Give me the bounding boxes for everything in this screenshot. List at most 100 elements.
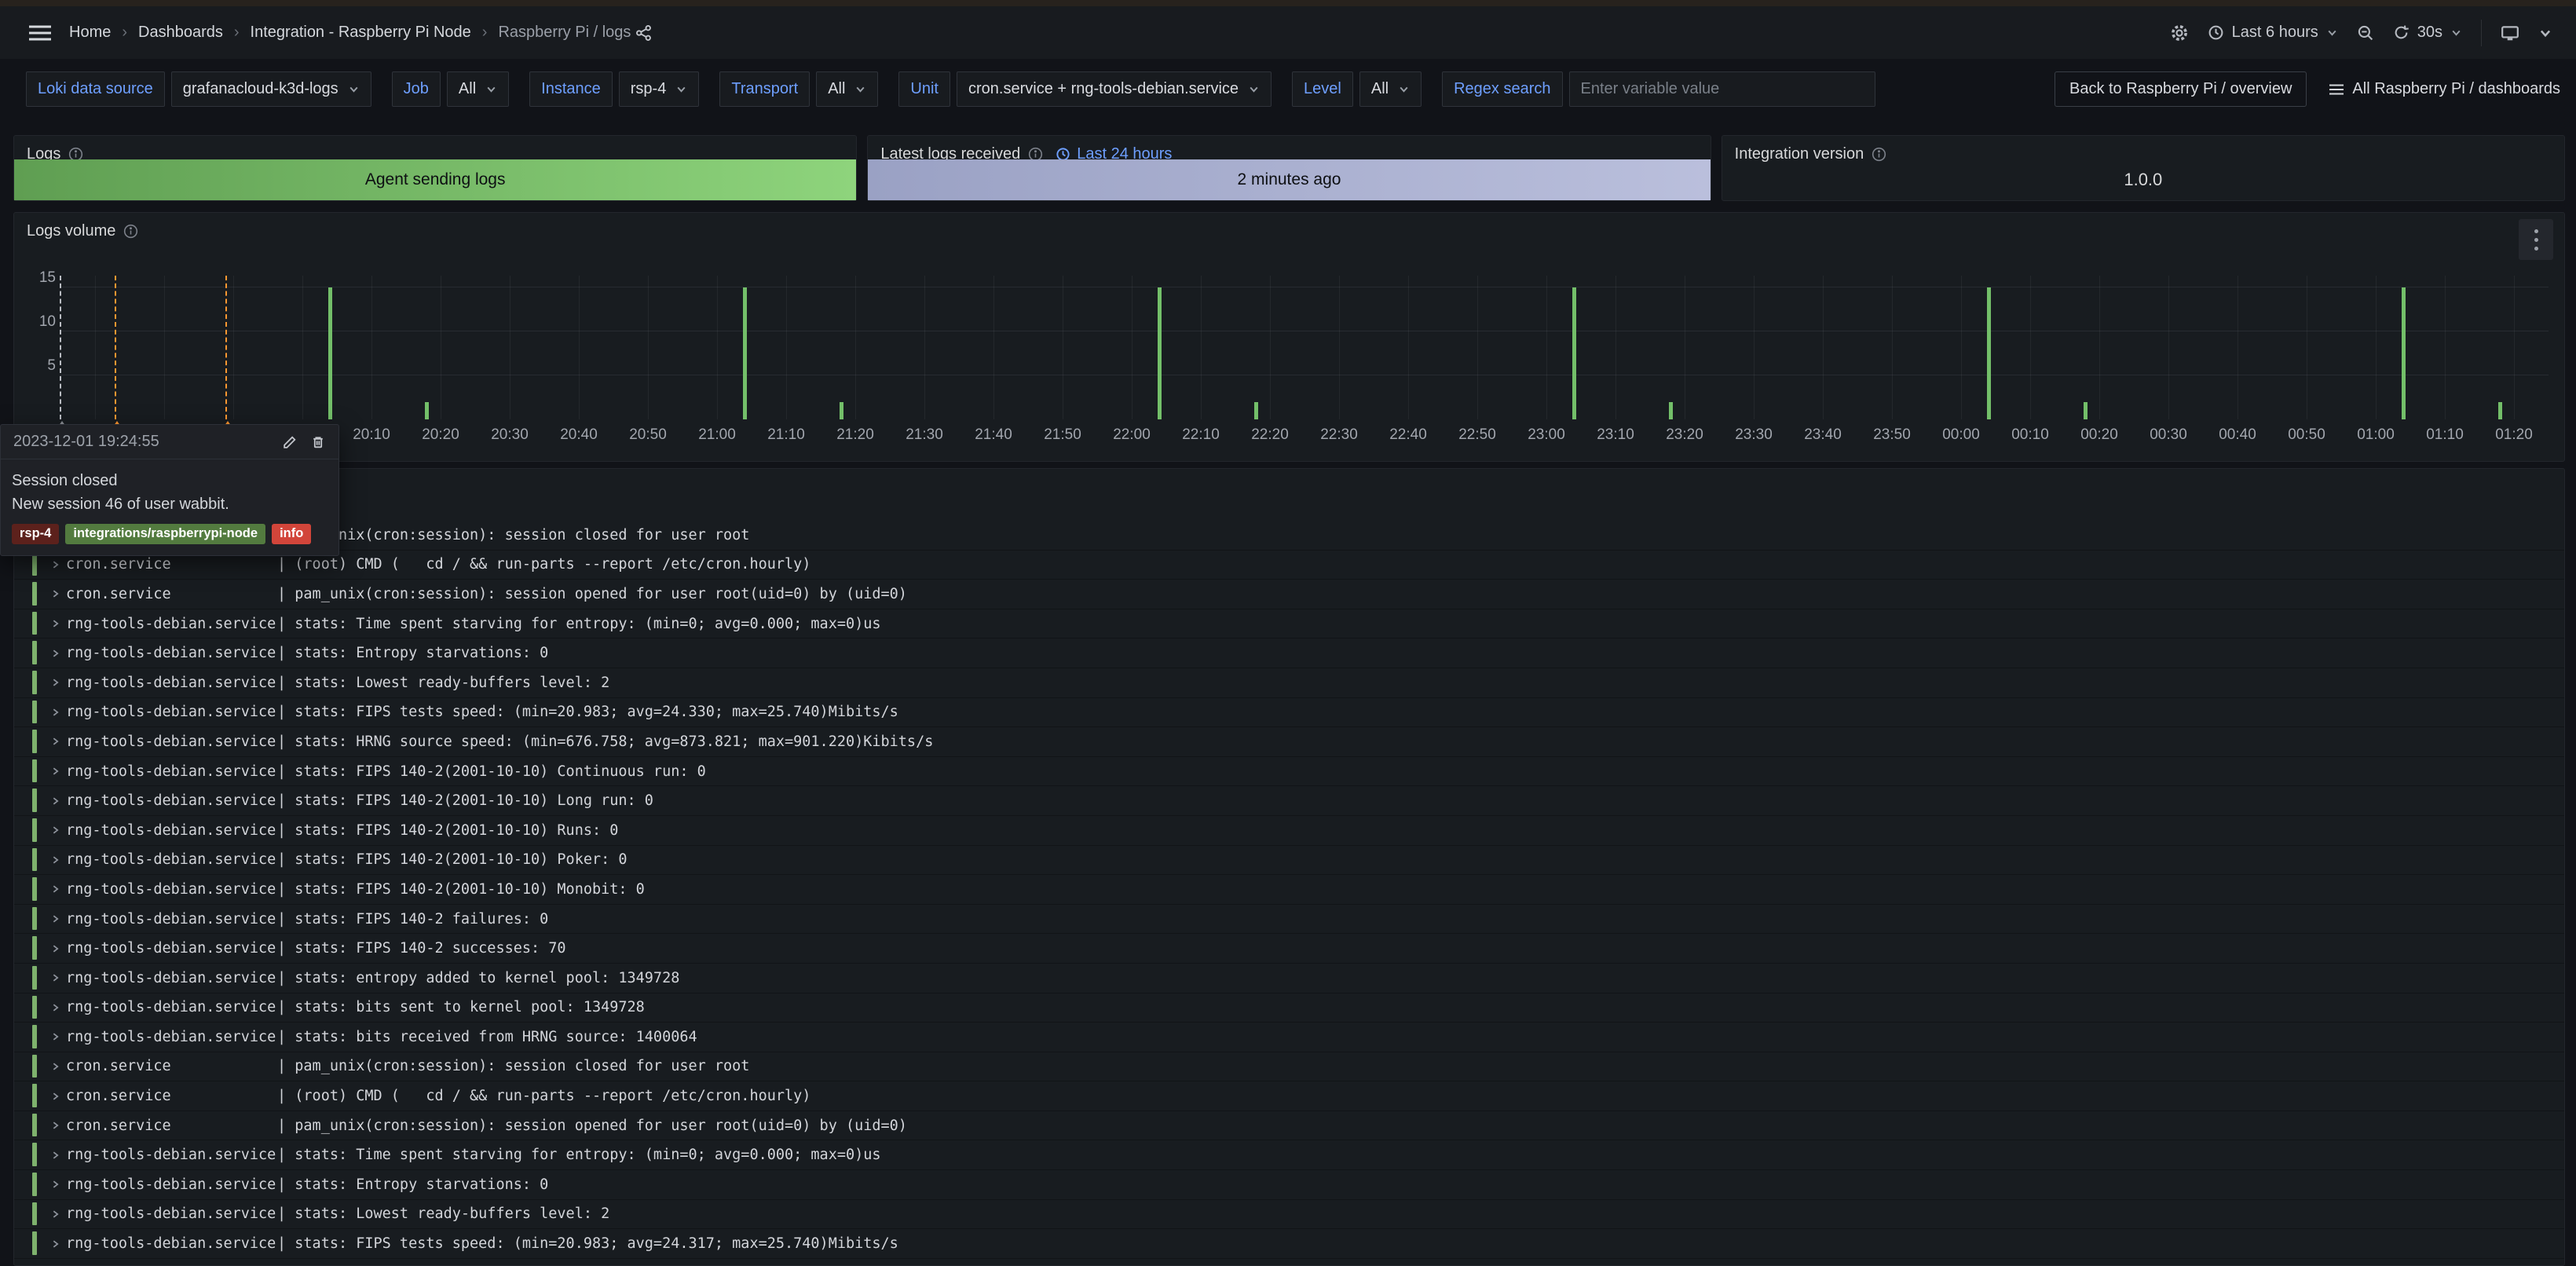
variable-value-dropdown[interactable]: All [1359,71,1422,107]
annotation-marker-line[interactable] [60,276,61,419]
expand-chevron-icon[interactable] [50,1002,60,1012]
log-row[interactable]: cron.service| (root) CMD ( cd / && run-p… [14,1081,2564,1111]
variable-value-dropdown[interactable]: cron.service + rng-tools-debian.service [957,71,1272,107]
expand-chevron-icon[interactable] [50,1180,60,1190]
variable-value-dropdown[interactable]: rsp-4 [619,71,700,107]
volume-bar[interactable] [2402,287,2406,419]
volume-bar[interactable] [743,287,747,419]
log-row[interactable]: rng-tools-debian.service| stats: FIPS 14… [14,905,2564,935]
log-row[interactable]: rng-tools-debian.service| stats: bits se… [14,993,2564,1023]
regex-search-label[interactable]: Regex search [1442,71,1562,107]
log-row[interactable]: rng-tools-debian.service| stats: Entropy… [14,638,2564,668]
variable-label[interactable]: Instance [529,71,613,107]
volume-bar[interactable] [2498,402,2502,419]
log-row[interactable]: rng-tools-debian.service| stats: FIPS 14… [14,757,2564,787]
logs-volume-chart[interactable]: 5101519:3019:4019:5020:0020:1020:2020:30… [60,276,2549,419]
zoom-out-icon[interactable] [2357,24,2374,42]
variable-label[interactable]: Transport [719,71,810,107]
log-row[interactable]: rng-tools-debian.service| stats: FIPS 14… [14,786,2564,816]
share-icon[interactable] [635,24,653,42]
variable-value-dropdown[interactable]: grafanacloud-k3d-logs [171,71,371,107]
expand-chevron-icon[interactable] [50,737,60,747]
expand-chevron-icon[interactable] [50,1239,60,1249]
expand-chevron-icon[interactable] [50,1150,60,1160]
log-row[interactable]: cron.service| (root) CMD ( cd / && run-p… [14,551,2564,580]
expand-chevron-icon[interactable] [50,1209,60,1219]
time-range-picker[interactable]: Last 6 hours [2208,24,2338,42]
volume-bar[interactable] [1987,287,1991,419]
volume-bar[interactable] [1158,287,1162,419]
log-row[interactable]: rng-tools-debian.service| stats: Time sp… [14,1140,2564,1170]
grid-line-vertical [2445,276,2446,419]
breadcrumb-item[interactable]: Dashboards [138,24,223,42]
panel-title[interactable]: Logs volume [27,222,115,240]
log-row[interactable]: rng-tools-debian.service| stats: FIPS 14… [14,875,2564,905]
log-row[interactable]: cron.service| pam_unix(cron:session): se… [14,521,2564,551]
variable-label[interactable]: Job [392,71,441,107]
volume-bar[interactable] [328,287,332,419]
log-row[interactable]: rng-tools-debian.service| stats: FIPS 14… [14,816,2564,846]
edit-annotation-icon[interactable] [282,434,298,450]
log-level-bar [32,641,37,664]
expand-chevron-icon[interactable] [50,678,60,688]
expand-chevron-icon[interactable] [50,973,60,983]
volume-bar[interactable] [1572,287,1576,419]
volume-bar[interactable] [840,402,843,419]
volume-bar[interactable] [1669,402,1673,419]
settings-icon[interactable] [2170,24,2189,42]
log-row[interactable]: rng-tools-debian.service| stats: FIPS 14… [14,846,2564,876]
log-row[interactable]: cron.service| pam_unix(cron:session): se… [14,1111,2564,1141]
log-row[interactable]: rng-tools-debian.service| stats: Lowest … [14,668,2564,698]
menu-icon[interactable] [24,19,57,47]
breadcrumb-item[interactable]: Integration - Raspberry Pi Node [251,24,471,42]
expand-chevron-icon[interactable] [50,619,60,629]
log-row[interactable]: rng-tools-debian.service| stats: HRNG so… [14,727,2564,757]
expand-chevron-icon[interactable] [50,854,60,865]
expand-chevron-icon[interactable] [50,1032,60,1042]
monitor-icon[interactable] [2501,24,2519,42]
expand-chevron-icon[interactable] [50,1091,60,1101]
variable-value-dropdown[interactable]: All [447,71,509,107]
annotation-marker-line[interactable] [115,276,116,419]
expand-chevron-icon[interactable] [50,648,60,658]
back-to-overview-button[interactable]: Back to Raspberry Pi / overview [2055,71,2307,107]
delete-annotation-icon[interactable] [310,434,326,450]
volume-bar[interactable] [1254,402,1258,419]
log-row[interactable]: rng-tools-debian.service| stats: Time sp… [14,609,2564,639]
expand-chevron-icon[interactable] [50,825,60,836]
all-dashboards-link[interactable]: All Raspberry Pi / dashboards [2329,80,2560,98]
volume-bar[interactable] [425,402,429,419]
log-row[interactable]: rng-tools-debian.service| stats: bits re… [14,1023,2564,1052]
expand-chevron-icon[interactable] [50,707,60,717]
expand-chevron-icon[interactable] [50,767,60,777]
expand-chevron-icon[interactable] [50,1061,60,1071]
log-row[interactable]: rng-tools-debian.service| stats: FIPS 14… [14,934,2564,964]
log-row[interactable]: rng-tools-debian.service| stats: entropy… [14,964,2564,993]
variable-label[interactable]: Level [1292,71,1353,107]
expand-chevron-icon[interactable] [50,943,60,953]
breadcrumb-item[interactable]: Home [69,24,111,42]
info-icon[interactable] [123,224,138,239]
expand-chevron-icon[interactable] [50,559,60,569]
log-row[interactable]: rng-tools-debian.service| stats: Entropy… [14,1170,2564,1200]
log-row[interactable]: rng-tools-debian.service| stats: FIPS te… [14,1229,2564,1259]
refresh-picker[interactable]: 30s [2393,24,2462,42]
expand-chevron-icon[interactable] [50,589,60,599]
chevron-down-icon[interactable] [2538,26,2552,40]
expand-chevron-icon[interactable] [50,796,60,806]
panel-menu-icon[interactable] [2519,219,2553,260]
annotation-marker-line[interactable] [225,276,227,419]
expand-chevron-icon[interactable] [50,914,60,924]
variable-label[interactable]: Unit [898,71,950,107]
log-row[interactable]: cron.service| pam_unix(cron:session): se… [14,1052,2564,1082]
expand-chevron-icon[interactable] [50,1121,60,1131]
expand-chevron-icon[interactable] [50,884,60,895]
log-row[interactable]: rng-tools-debian.service| stats: FIPS te… [14,698,2564,728]
regex-search-input[interactable] [1569,71,1875,107]
log-row[interactable]: rng-tools-debian.service| stats: Lowest … [14,1200,2564,1230]
variable-value-dropdown[interactable]: All [816,71,878,107]
grid-line-vertical [2514,276,2515,419]
log-row[interactable]: cron.service| pam_unix(cron:session): se… [14,580,2564,609]
volume-bar[interactable] [2084,402,2088,419]
variable-label[interactable]: Loki data source [26,71,165,107]
